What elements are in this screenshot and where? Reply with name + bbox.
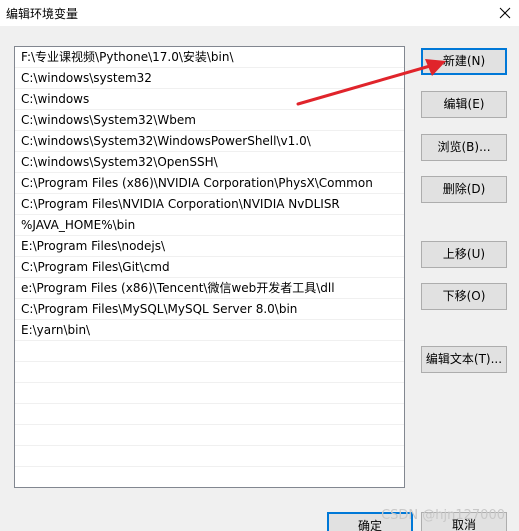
empty-list-row[interactable] (15, 341, 404, 362)
list-item[interactable]: e:\Program Files (x86)\Tencent\微信web开发者工… (15, 278, 404, 299)
list-item[interactable]: E:\yarn\bin\ (15, 320, 404, 341)
browse-button[interactable]: 浏览(B)... (421, 134, 507, 161)
window-title: 编辑环境变量 (6, 7, 79, 21)
move-up-button[interactable]: 上移(U) (421, 241, 507, 268)
list-item[interactable]: C:\windows (15, 89, 404, 110)
empty-list-row[interactable] (15, 425, 404, 446)
list-item[interactable]: C:\Program Files (x86)\NVIDIA Corporatio… (15, 173, 404, 194)
title-bar: 编辑环境变量 (0, 0, 519, 26)
watermark: CSDN @hjn127000 (381, 508, 505, 523)
edit-button[interactable]: 编辑(E) (421, 91, 507, 118)
list-item[interactable]: C:\windows\System32\WindowsPowerShell\v1… (15, 131, 404, 152)
list-item[interactable]: F:\专业课视频\Pythone\17.0\安装\bin\ (15, 47, 404, 68)
empty-list-row[interactable] (15, 404, 404, 425)
close-button[interactable] (491, 0, 519, 26)
edit-text-button[interactable]: 编辑文本(T)... (421, 346, 507, 373)
list-item[interactable]: %JAVA_HOME%\bin (15, 215, 404, 236)
path-list[interactable]: F:\专业课视频\Pythone\17.0\安装\bin\ C:\windows… (14, 46, 405, 488)
new-button[interactable]: 新建(N) (421, 48, 507, 75)
list-item[interactable]: C:\windows\System32\OpenSSH\ (15, 152, 404, 173)
list-item[interactable]: C:\Program Files\NVIDIA Corporation\NVID… (15, 194, 404, 215)
empty-list-row[interactable] (15, 362, 404, 383)
empty-list-row[interactable] (15, 446, 404, 467)
list-item[interactable]: E:\Program Files\nodejs\ (15, 236, 404, 257)
list-item[interactable]: C:\Program Files\MySQL\MySQL Server 8.0\… (15, 299, 404, 320)
close-icon (499, 7, 511, 19)
empty-list-row[interactable] (15, 467, 404, 487)
move-down-button[interactable]: 下移(O) (421, 283, 507, 310)
list-item[interactable]: C:\windows\system32 (15, 68, 404, 89)
empty-list-row[interactable] (15, 383, 404, 404)
delete-button[interactable]: 删除(D) (421, 176, 507, 203)
list-item[interactable]: C:\Program Files\Git\cmd (15, 257, 404, 278)
list-item[interactable]: C:\windows\System32\Wbem (15, 110, 404, 131)
edit-env-variable-dialog: 编辑环境变量 F:\专业课视频\Pythone\17.0\安装\bin\ C:\… (0, 0, 519, 531)
